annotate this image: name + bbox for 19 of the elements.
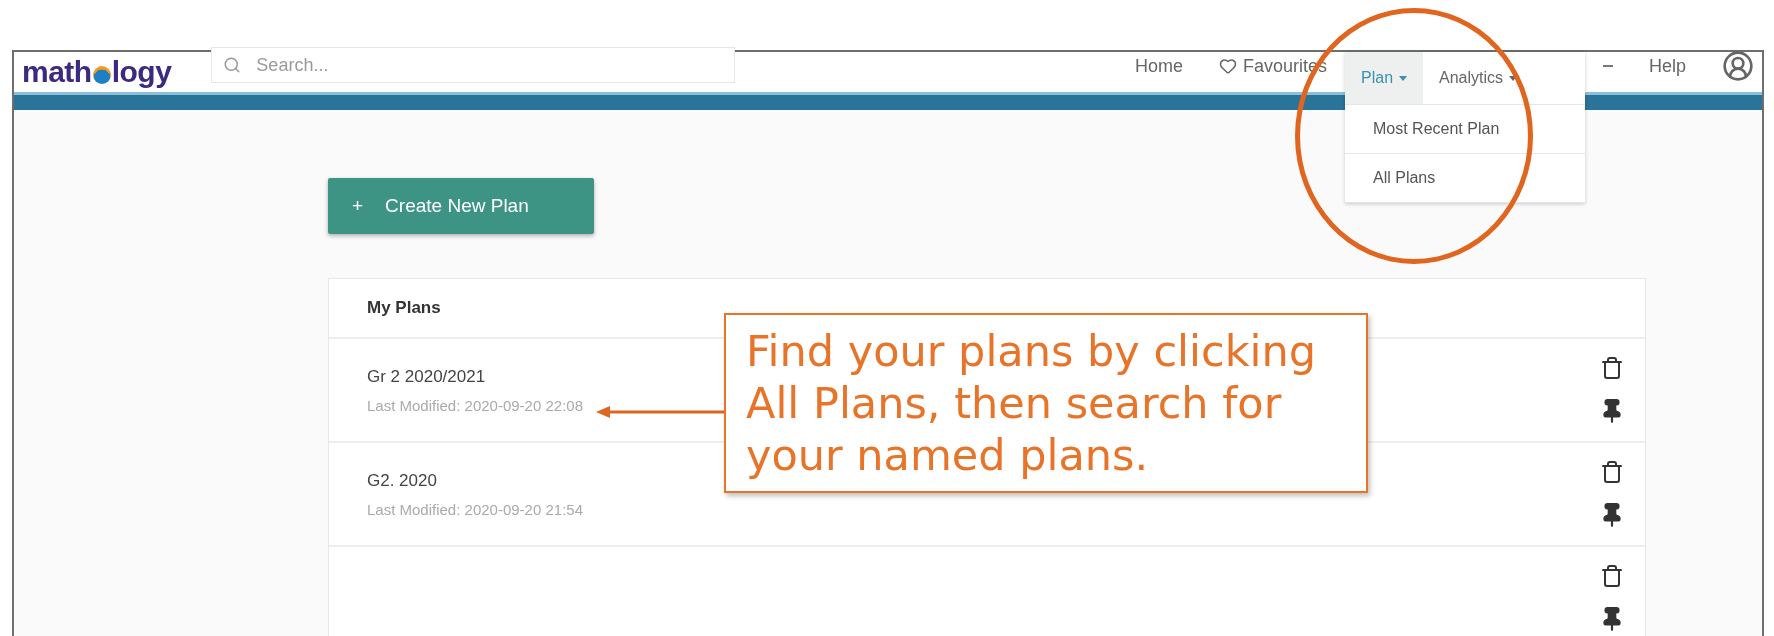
search-icon — [223, 56, 242, 74]
logo[interactable]: math logy — [22, 55, 172, 89]
menu-tab[interactable]: Plan — [1345, 52, 1424, 104]
heart-icon — [1218, 57, 1237, 75]
search-field[interactable]: Search... — [211, 47, 736, 83]
trash-icon[interactable] — [1600, 356, 1624, 380]
modified-date: Last Modified: 2020-09-20 21:54 — [367, 500, 583, 518]
modified-date: Last Modified: 2020-09-20 22:08 — [367, 396, 583, 414]
trash-icon[interactable] — [1600, 460, 1624, 484]
menu-item[interactable]: All Plans — [1345, 154, 1585, 203]
trash-icon[interactable] — [1600, 564, 1624, 588]
create-plan-button[interactable]: + Create New Plan — [328, 178, 594, 234]
plan-name[interactable]: G2. 2020 — [367, 470, 583, 491]
plan-name[interactable]: Gr 2 2020/2021 — [367, 366, 583, 387]
nav-link[interactable]: Home — [1134, 55, 1183, 77]
avatar-icon[interactable] — [1722, 50, 1754, 82]
callout-text: Find your plans by clicking All Plans, then search for your named plans. — [724, 313, 1368, 493]
menu-item[interactable]: Most Recent Plan — [1345, 105, 1585, 154]
nav-link[interactable]: Help — [1648, 55, 1686, 77]
